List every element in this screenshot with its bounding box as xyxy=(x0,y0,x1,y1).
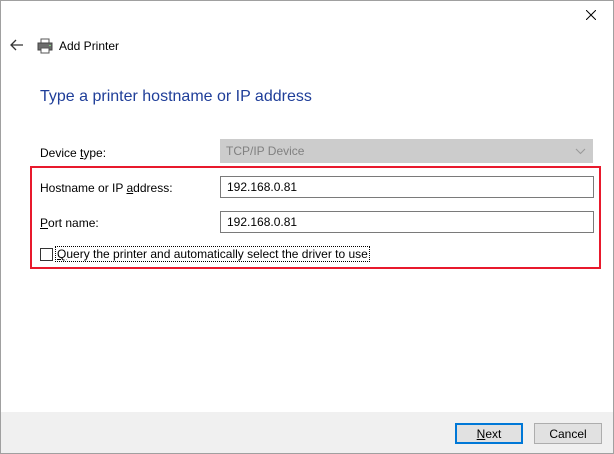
chevron-down-icon xyxy=(575,148,586,155)
port-name-input[interactable] xyxy=(220,211,594,233)
hostname-label: Hostname or IP address: xyxy=(40,181,173,195)
cancel-button[interactable]: Cancel xyxy=(534,423,602,444)
next-button[interactable]: Next xyxy=(455,423,523,444)
close-button[interactable] xyxy=(569,1,613,29)
add-printer-window: Add Printer Type a printer hostname or I… xyxy=(0,0,614,454)
printer-icon xyxy=(37,38,53,54)
device-type-select[interactable]: TCP/IP Device xyxy=(220,139,593,163)
port-name-label: Port name: xyxy=(40,216,99,230)
window-title: Add Printer xyxy=(59,39,120,53)
close-icon xyxy=(586,10,596,20)
back-button[interactable] xyxy=(7,35,27,55)
footer-bar: Next Cancel xyxy=(1,412,613,453)
query-printer-checkbox[interactable] xyxy=(40,247,53,261)
page-heading: Type a printer hostname or IP address xyxy=(40,88,312,105)
device-type-value: TCP/IP Device xyxy=(226,144,305,158)
query-printer-label[interactable]: Query the printer and automatically sele… xyxy=(55,246,370,262)
back-arrow-icon xyxy=(10,39,23,51)
hostname-input[interactable] xyxy=(220,176,594,198)
query-printer-option[interactable]: Query the printer and automatically sele… xyxy=(40,246,370,262)
device-type-label: Device type: xyxy=(40,146,107,160)
